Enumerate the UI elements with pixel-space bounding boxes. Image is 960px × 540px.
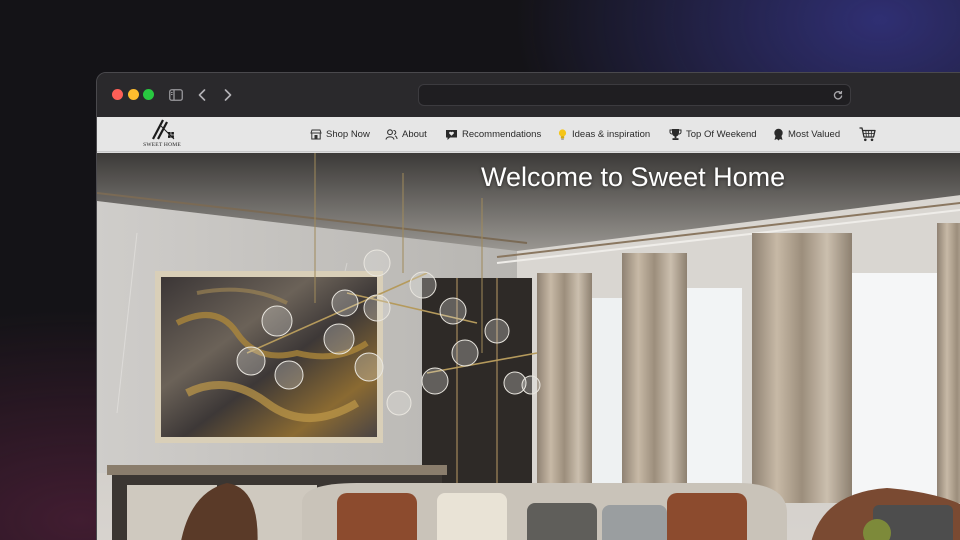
back-chevron-icon[interactable] (196, 85, 208, 105)
website-page: SWEET HOME Shop Now About Recommendation… (97, 117, 960, 540)
maximize-window-button[interactable] (143, 89, 154, 100)
nav-shop-now[interactable]: Shop Now (310, 117, 370, 152)
medal-icon (774, 128, 783, 141)
nav-about[interactable]: About (385, 117, 427, 152)
people-icon (385, 129, 398, 140)
sidebar-toggle-icon[interactable] (168, 85, 184, 105)
logo-text: SWEET HOME (143, 142, 181, 148)
living-room-hero-image (97, 153, 960, 540)
hero-banner: Welcome to Sweet Home (97, 153, 960, 540)
store-icon (310, 129, 322, 140)
nav-ideas-inspiration[interactable]: Ideas & inspiration (557, 117, 650, 152)
minimize-window-button[interactable] (128, 89, 139, 100)
nav-label: Ideas & inspiration (572, 129, 651, 140)
nav-most-valued[interactable]: Most Valued (773, 117, 840, 152)
cart-icon (859, 127, 876, 142)
reload-icon[interactable] (831, 88, 845, 102)
nav-label: About (402, 129, 427, 140)
chat-heart-icon (446, 129, 457, 140)
nav-label: Top Of Weekend (686, 129, 757, 140)
nav-recommendations[interactable]: Recommendations (445, 117, 541, 152)
trophy-icon (669, 129, 682, 140)
nav-label: Shop Now (326, 129, 370, 140)
lightbulb-icon (558, 129, 567, 140)
browser-window: SWEET HOME Shop Now About Recommendation… (96, 72, 960, 540)
forward-chevron-icon[interactable] (222, 85, 234, 105)
close-window-button[interactable] (112, 89, 123, 100)
nav-label: Most Valued (788, 129, 841, 140)
house-logo-icon (152, 119, 175, 140)
nav-top-of-weekend[interactable]: Top Of Weekend (669, 117, 757, 152)
cart-button[interactable] (859, 117, 876, 152)
address-bar[interactable] (418, 84, 851, 106)
site-logo[interactable]: SWEET HOME (137, 118, 187, 150)
nav-label: Recommendations (462, 129, 542, 140)
hero-title: Welcome to Sweet Home (481, 162, 786, 192)
browser-titlebar (97, 73, 960, 117)
site-navbar: SWEET HOME Shop Now About Recommendation… (97, 117, 960, 152)
url-input[interactable] (419, 85, 850, 105)
